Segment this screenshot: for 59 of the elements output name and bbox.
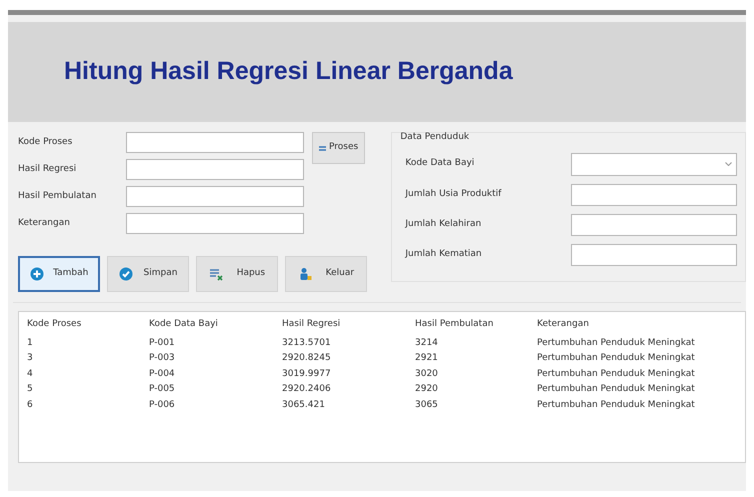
table-cell-text: P-003 bbox=[149, 352, 176, 365]
input-field[interactable] bbox=[571, 244, 737, 266]
field-label: Hasil Regresi bbox=[18, 162, 78, 176]
table-cell-text: 4 bbox=[27, 368, 34, 380]
table-cell-text: Pertumbuhan Penduduk Meningkat bbox=[537, 352, 696, 365]
field-label: Kode Proses bbox=[18, 136, 74, 149]
input-field[interactable] bbox=[126, 159, 304, 180]
input-field[interactable] bbox=[126, 186, 304, 207]
panel-title: Data Penduduk bbox=[400, 131, 470, 144]
action-button[interactable]: Keluar bbox=[285, 256, 367, 292]
column-header: Hasil Pembulatan bbox=[415, 318, 494, 331]
table-cell-text: P-006 bbox=[149, 398, 176, 412]
column-header: Hasil Regresi bbox=[282, 318, 342, 331]
action-button[interactable]: Simpan bbox=[107, 256, 189, 292]
column-header: Kode Data Bayi bbox=[149, 318, 219, 331]
field-label: Kode Data Bayi bbox=[405, 157, 474, 170]
table-cell-text: 6 bbox=[27, 398, 34, 412]
table-cell-text: P-005 bbox=[149, 383, 176, 396]
field-label: Jumlah Kelahiran bbox=[405, 218, 482, 231]
table-cell-text: 3065.421 bbox=[282, 398, 326, 412]
table-cell-text: 2921 bbox=[415, 352, 439, 365]
equals-icon bbox=[319, 146, 326, 150]
table-cell-text: Pertumbuhan Penduduk Meningkat bbox=[537, 336, 696, 350]
table-cell-text: 2920.8245 bbox=[282, 352, 332, 365]
table-cell-text: Pertumbuhan Penduduk Meningkat bbox=[537, 368, 696, 380]
table-cell-text: 1 bbox=[27, 336, 34, 350]
process-button[interactable]: Proses bbox=[312, 132, 366, 164]
action-button[interactable]: Hapus bbox=[196, 256, 278, 292]
table-cell-text: P-001 bbox=[149, 336, 176, 350]
table-cell-text: 5 bbox=[27, 383, 34, 396]
table-cell-text: 2920 bbox=[415, 383, 439, 396]
check-icon bbox=[118, 267, 133, 281]
input-field[interactable] bbox=[126, 213, 304, 234]
action-button[interactable]: Tambah bbox=[18, 256, 100, 292]
table-cell-text: 3065 bbox=[415, 398, 439, 412]
table-cell-text: Pertumbuhan Penduduk Meningkat bbox=[537, 383, 696, 396]
column-header: Kode Proses bbox=[27, 318, 82, 331]
person-icon bbox=[298, 267, 312, 281]
field-label: Hasil Pembulatan bbox=[18, 190, 98, 203]
table-cell-text: 3213.5701 bbox=[282, 336, 332, 350]
list-icon bbox=[208, 267, 223, 281]
field-label: Jumlah Usia Produktif bbox=[405, 188, 502, 201]
table-cell-text: 3020 bbox=[415, 368, 439, 380]
table-cell-text: 2920.2406 bbox=[282, 383, 332, 396]
dropdown-field[interactable] bbox=[571, 152, 737, 176]
input-field[interactable] bbox=[126, 132, 304, 153]
table-cell-text: 3214 bbox=[415, 336, 439, 350]
table-cell-text: P-004 bbox=[149, 368, 176, 380]
column-header: Keterangan bbox=[537, 318, 590, 331]
header-title: Hitung Hasil Regresi Linear Berganda bbox=[64, 56, 513, 88]
plus-icon bbox=[30, 267, 44, 281]
input-field[interactable] bbox=[571, 214, 737, 236]
field-label: Jumlah Kematian bbox=[405, 248, 482, 261]
table-cell-text: 3019.9977 bbox=[282, 368, 332, 380]
table-cell-text: 3 bbox=[27, 352, 34, 365]
chevron-down-icon bbox=[725, 162, 732, 166]
input-field[interactable] bbox=[571, 184, 737, 206]
table-cell-text: Pertumbuhan Penduduk Meningkat bbox=[537, 398, 696, 412]
field-label: Keterangan bbox=[18, 216, 71, 230]
